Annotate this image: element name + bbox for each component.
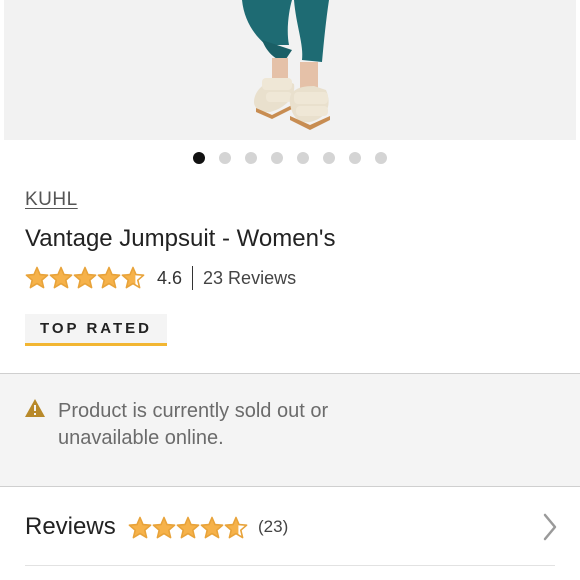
pagination-dot-7[interactable] xyxy=(349,152,361,164)
reviews-link[interactable]: 23 Reviews xyxy=(203,268,296,289)
divider xyxy=(192,266,194,290)
reviews-star-rating xyxy=(128,516,248,540)
product-title: Vantage Jumpsuit - Women's xyxy=(25,225,336,252)
star-rating xyxy=(25,266,145,290)
top-rated-badge: TOP RATED xyxy=(25,314,167,346)
pagination-dot-5[interactable] xyxy=(297,152,309,164)
product-image[interactable] xyxy=(4,0,576,140)
star-icon xyxy=(128,516,152,540)
star-icon xyxy=(49,266,73,290)
star-icon xyxy=(200,516,224,540)
pagination-dot-4[interactable] xyxy=(271,152,283,164)
sold-out-notice: Product is currently sold out or unavail… xyxy=(0,373,580,487)
star-icon xyxy=(176,516,200,540)
reviews-heading: Reviews xyxy=(25,513,116,540)
star-icon xyxy=(73,266,97,290)
star-icon xyxy=(121,266,145,290)
rating-summary[interactable]: 4.6 23 Reviews xyxy=(25,266,296,290)
star-icon xyxy=(97,266,121,290)
star-icon xyxy=(152,516,176,540)
image-pagination xyxy=(0,152,580,164)
star-icon xyxy=(224,516,248,540)
pagination-dot-8[interactable] xyxy=(375,152,387,164)
warning-icon xyxy=(24,398,46,423)
reviews-count: (23) xyxy=(258,517,289,536)
pagination-dot-6[interactable] xyxy=(323,152,335,164)
chevron-right-icon[interactable] xyxy=(542,513,558,546)
notice-text: Product is currently sold out or unavail… xyxy=(58,400,329,449)
pagination-dot-1[interactable] xyxy=(193,152,205,164)
reviews-section-row[interactable]: Reviews (23) xyxy=(0,487,580,567)
rating-value: 4.6 xyxy=(157,267,183,288)
divider xyxy=(25,565,555,566)
pagination-dot-2[interactable] xyxy=(219,152,231,164)
star-icon xyxy=(25,266,49,290)
brand-link[interactable]: KUHL xyxy=(25,189,78,211)
pagination-dot-3[interactable] xyxy=(245,152,257,164)
